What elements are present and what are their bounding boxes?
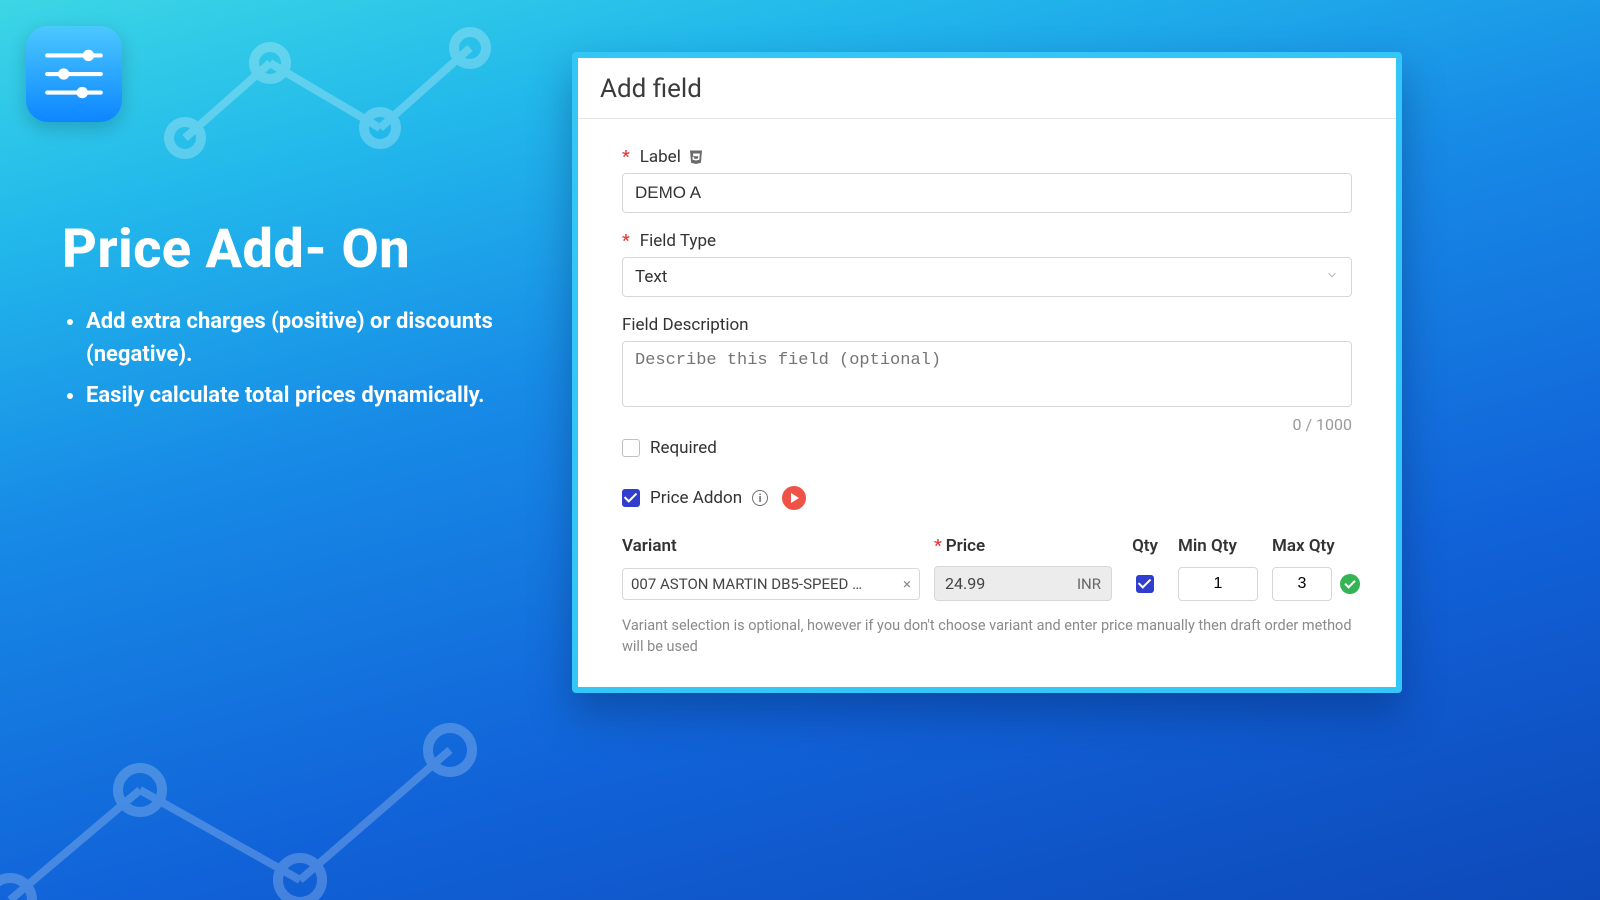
play-icon[interactable]	[782, 486, 806, 510]
decoration-graph-top	[140, 18, 500, 178]
marketing-bullet: Easily calculate total prices dynamicall…	[86, 379, 522, 412]
price-addon-checkbox[interactable]	[622, 489, 640, 507]
label-caption: * Label	[622, 147, 1352, 167]
col-min: Min Qty	[1178, 536, 1258, 556]
clear-variant-icon[interactable]: ×	[903, 575, 911, 593]
decoration-graph-bottom	[0, 680, 490, 900]
marketing-bullet: Add extra charges (positive) or discount…	[86, 305, 522, 371]
fieldtype-value: Text	[635, 267, 667, 287]
addon-table-row: 007 ASTON MARTIN DB5-SPEED CH (7... × 24…	[622, 566, 1352, 601]
sliders-icon	[41, 41, 107, 107]
price-currency: INR	[1077, 575, 1101, 593]
chevron-down-icon	[1325, 267, 1339, 287]
label-input[interactable]	[622, 173, 1352, 213]
description-counter: 0 / 1000	[622, 415, 1352, 434]
app-icon	[26, 26, 122, 122]
qty-checkbox[interactable]	[1136, 575, 1154, 593]
price-input[interactable]: 24.99 INR	[934, 566, 1112, 601]
fieldtype-select[interactable]: Text	[622, 257, 1352, 297]
info-icon[interactable]: i	[752, 490, 768, 506]
variant-hint: Variant selection is optional, however i…	[622, 615, 1352, 657]
html5-icon	[687, 148, 705, 166]
variant-value: 007 ASTON MARTIN DB5-SPEED CH (7...	[631, 575, 871, 593]
marketing-bullets: Add extra charges (positive) or discount…	[62, 305, 522, 412]
price-addon-label: Price Addon	[650, 488, 742, 508]
addon-table-header: Variant *Price Qty Min Qty Max Qty	[622, 536, 1352, 556]
panel-title: Add field	[578, 58, 1396, 118]
variant-select[interactable]: 007 ASTON MARTIN DB5-SPEED CH (7... ×	[622, 568, 920, 600]
promo-slide: Price Add- On Add extra charges (positiv…	[0, 0, 1600, 900]
min-qty-input[interactable]	[1178, 567, 1258, 601]
fieldtype-caption: * Field Type	[622, 231, 1352, 251]
required-checkbox[interactable]	[622, 439, 640, 457]
check-circle-icon	[1340, 574, 1360, 594]
add-field-panel: Add field * Label * Field Type	[572, 52, 1402, 693]
marketing-title: Price Add- On	[62, 220, 522, 279]
price-value: 24.99	[945, 574, 985, 593]
description-caption: Field Description	[622, 315, 1352, 335]
max-qty-input[interactable]	[1272, 567, 1332, 601]
required-asterisk: *	[622, 231, 630, 251]
col-price: *Price	[934, 536, 1112, 556]
marketing-copy: Price Add- On Add extra charges (positiv…	[62, 220, 522, 420]
col-variant: Variant	[622, 536, 920, 556]
description-textarea[interactable]	[622, 341, 1352, 407]
col-qty: Qty	[1126, 536, 1164, 556]
required-asterisk: *	[622, 147, 630, 167]
col-max: Max Qty	[1272, 536, 1364, 556]
required-label: Required	[650, 438, 717, 458]
